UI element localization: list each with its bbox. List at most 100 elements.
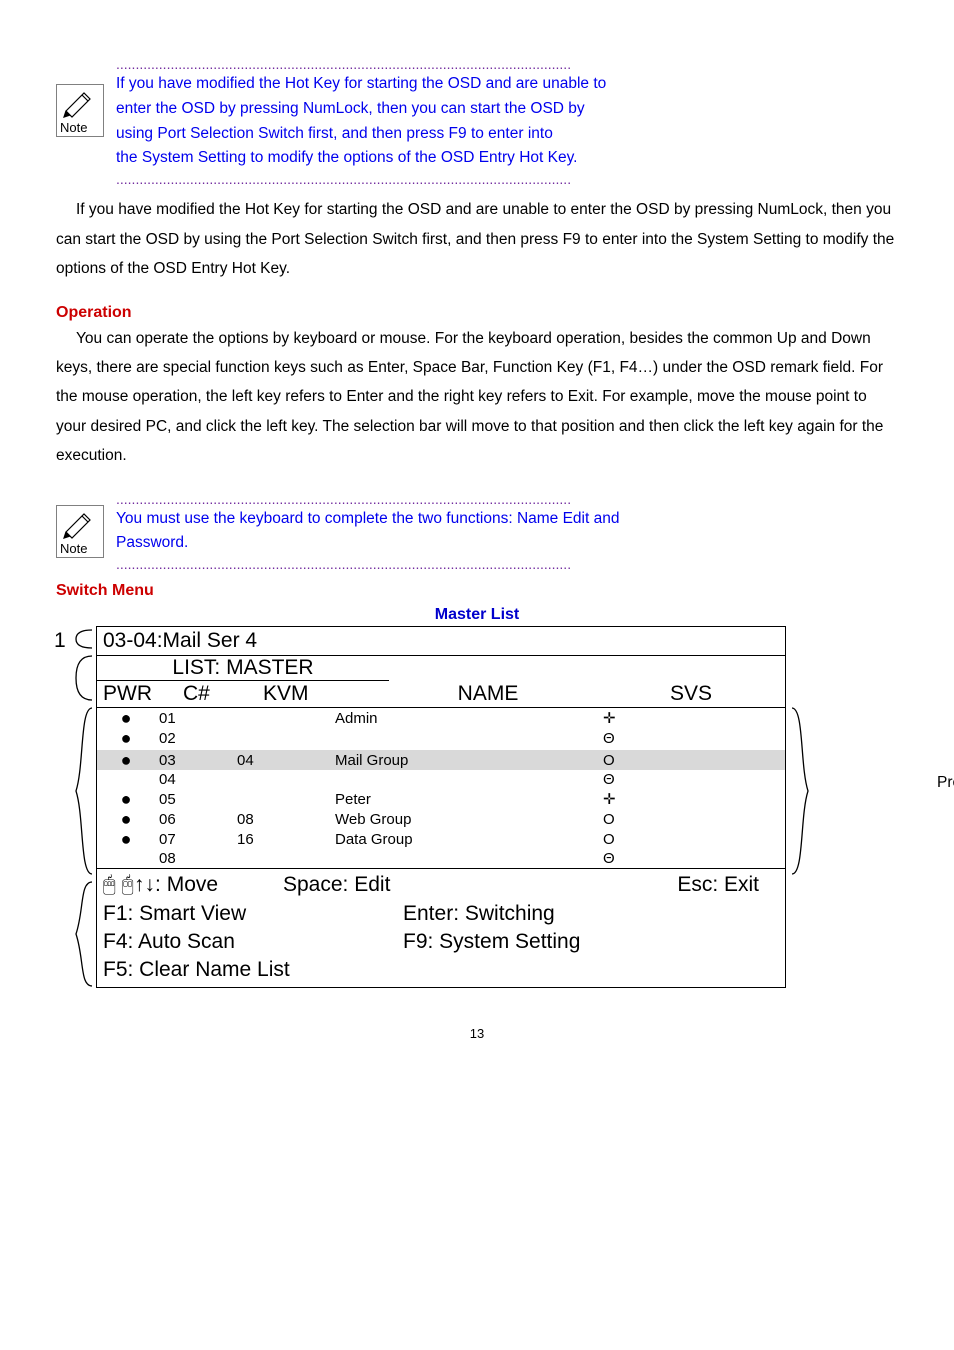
col-cnum: C# bbox=[183, 682, 263, 706]
dotted-line: ........................................… bbox=[116, 491, 898, 507]
cell-pwr: ● bbox=[97, 789, 155, 809]
note2-l1: You must use the keyboard to complete th… bbox=[116, 507, 898, 532]
col-pwr: PWR bbox=[103, 682, 183, 706]
osd-footer: 🖱 🖰↑↓: Move Space: Edit Esc: Exit F1: Sm… bbox=[97, 869, 786, 987]
osd-title: 03-04:Mail Ser 4 bbox=[97, 627, 786, 656]
note1-l2: enter the OSD by pressing NumLock, then … bbox=[116, 97, 898, 122]
osd-table-wrap: 1 Press Enter 03-04:Mail Ser 4 LIST: MAS… bbox=[96, 626, 898, 987]
hint-move: 🖱 🖰↑↓: Move bbox=[103, 871, 283, 899]
cell-svs: ✛ bbox=[599, 708, 785, 728]
dotted-line: ........................................… bbox=[116, 556, 898, 572]
table-row[interactable]: 08 Θ bbox=[97, 849, 785, 868]
brace-mid1 bbox=[74, 654, 94, 702]
cell-kvm: 08 bbox=[233, 809, 331, 829]
cell-pwr: ● bbox=[97, 829, 155, 849]
hint-f4: F4: Auto Scan bbox=[103, 928, 403, 956]
cell-svs: Ο bbox=[599, 809, 785, 829]
cell-svs: ✛ bbox=[599, 789, 785, 809]
switch-menu-heading: Switch Menu bbox=[56, 582, 898, 600]
note-icon-box: Note bbox=[56, 84, 104, 137]
cell-name bbox=[331, 849, 599, 868]
cell-cnum: 05 bbox=[155, 789, 233, 809]
cell-cnum: 08 bbox=[155, 849, 233, 868]
dotted-line: ........................................… bbox=[116, 56, 898, 72]
operation-heading: Operation bbox=[56, 304, 898, 322]
table-row[interactable]: ●02 Θ bbox=[97, 728, 785, 748]
hint-space: Space: Edit bbox=[283, 871, 523, 899]
cell-svs: Θ bbox=[599, 849, 785, 868]
cell-kvm: 04 bbox=[233, 750, 331, 770]
cell-kvm bbox=[233, 849, 331, 868]
cell-name: Admin bbox=[331, 708, 599, 728]
note-label: Note bbox=[60, 120, 87, 135]
table-row[interactable]: ●01 Admin✛ bbox=[97, 708, 785, 728]
brace-bot bbox=[74, 880, 94, 988]
cell-name: Peter bbox=[331, 789, 599, 809]
cell-cnum: 07 bbox=[155, 829, 233, 849]
note-block-1: Note ...................................… bbox=[56, 56, 898, 187]
hint-esc: Esc: Exit bbox=[523, 871, 779, 899]
cell-kvm bbox=[233, 728, 331, 748]
note1-l3: using Port Selection Switch first, and t… bbox=[116, 122, 898, 147]
cell-cnum: 01 bbox=[155, 708, 233, 728]
cell-name bbox=[331, 770, 599, 789]
cell-kvm bbox=[233, 789, 331, 809]
cell-kvm bbox=[233, 770, 331, 789]
cell-svs: Ο bbox=[599, 829, 785, 849]
note1-l1: If you have modified the Hot Key for sta… bbox=[116, 72, 898, 97]
osd-panel: 03-04:Mail Ser 4 LIST: MASTER PWR C# KVM… bbox=[96, 626, 786, 987]
cell-cnum: 03 bbox=[155, 750, 233, 770]
table-row[interactable]: ●05 Peter✛ bbox=[97, 789, 785, 809]
cell-pwr: ● bbox=[97, 809, 155, 829]
page-number: 13 bbox=[56, 1026, 898, 1041]
note-block-2: Note ...................................… bbox=[56, 491, 898, 573]
hint-f5: F5: Clear Name List bbox=[103, 956, 779, 984]
table-row[interactable]: ●0608Web GroupΟ bbox=[97, 809, 785, 829]
master-list-heading: Master List bbox=[56, 606, 898, 624]
callout-1: 1 bbox=[54, 629, 66, 653]
hint-f9: F9: System Setting bbox=[403, 928, 580, 956]
cell-pwr: ● bbox=[97, 728, 155, 748]
brace-mid2 bbox=[74, 706, 94, 876]
cell-svs: Θ bbox=[599, 728, 785, 748]
cell-name bbox=[331, 728, 599, 748]
press-enter-label: Press Enter bbox=[937, 774, 954, 792]
brace-top bbox=[74, 628, 94, 650]
cell-name: Mail Group bbox=[331, 750, 599, 770]
cell-name: Web Group bbox=[331, 809, 599, 829]
cell-cnum: 06 bbox=[155, 809, 233, 829]
brace-right bbox=[790, 706, 810, 876]
note-text-2: ........................................… bbox=[116, 491, 898, 573]
cell-cnum: 04 bbox=[155, 770, 233, 789]
cell-svs: Θ bbox=[599, 770, 785, 789]
cell-pwr: ● bbox=[97, 750, 155, 770]
note-label: Note bbox=[60, 541, 87, 556]
col-kvm: KVM bbox=[263, 682, 373, 706]
pencil-icon bbox=[60, 508, 100, 540]
list-master-label: LIST: MASTER bbox=[97, 656, 389, 681]
paragraph-2: You can operate the options by keyboard … bbox=[56, 324, 898, 471]
cell-pwr bbox=[97, 849, 155, 868]
note1-l4: the System Setting to modify the options… bbox=[116, 146, 898, 171]
table-row[interactable]: ●0304Mail GroupΟ bbox=[97, 750, 785, 770]
pencil-icon bbox=[60, 87, 100, 119]
hint-enter: Enter: Switching bbox=[403, 900, 555, 928]
table-row[interactable]: 04 Θ bbox=[97, 770, 785, 789]
cell-kvm bbox=[233, 708, 331, 728]
hint-f1: F1: Smart View bbox=[103, 900, 403, 928]
osd-header-block: LIST: MASTER PWR C# KVM NAME SVS bbox=[97, 656, 786, 709]
cell-cnum: 02 bbox=[155, 728, 233, 748]
dotted-line: ........................................… bbox=[116, 171, 898, 187]
cell-pwr: ● bbox=[97, 708, 155, 728]
cell-kvm: 16 bbox=[233, 829, 331, 849]
col-svs: SVS bbox=[603, 682, 779, 706]
note2-l2: Password. bbox=[116, 531, 898, 556]
osd-data-rows: ●01Admin✛●02Θ●0304Mail GroupΟ04Θ●05Peter… bbox=[97, 708, 786, 869]
col-name: NAME bbox=[373, 682, 603, 706]
cell-pwr bbox=[97, 770, 155, 789]
cell-svs: Ο bbox=[599, 750, 785, 770]
cell-name: Data Group bbox=[331, 829, 599, 849]
note-text-1: ........................................… bbox=[116, 56, 898, 187]
note-icon-box: Note bbox=[56, 505, 104, 558]
table-row[interactable]: ●0716Data GroupΟ bbox=[97, 829, 785, 849]
